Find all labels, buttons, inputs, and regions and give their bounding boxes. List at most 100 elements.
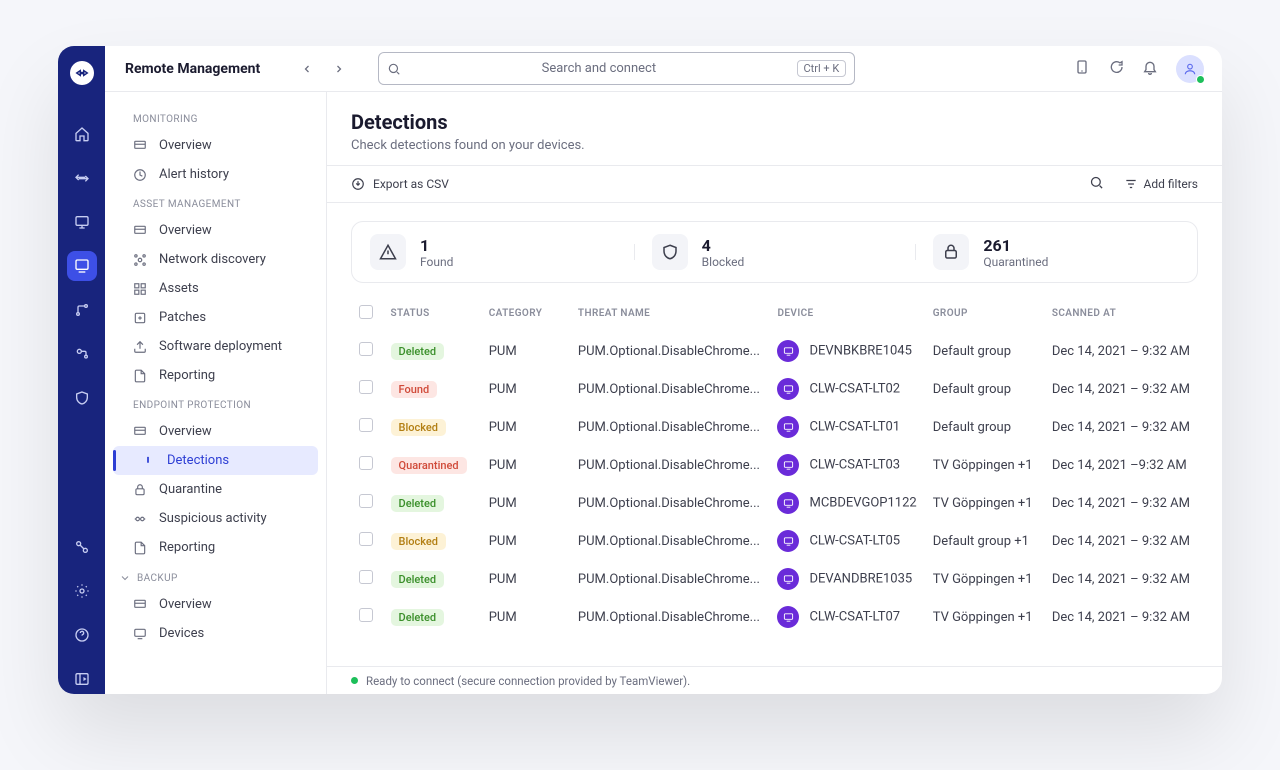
cell-threat: PUM.Optional.DisableChrome... bbox=[570, 332, 770, 370]
sidebar-item-network-discovery[interactable]: Network discovery bbox=[105, 245, 326, 274]
rail-automation-icon[interactable] bbox=[67, 339, 97, 369]
row-checkbox[interactable] bbox=[359, 532, 373, 546]
col-status[interactable]: STATUS bbox=[383, 295, 481, 332]
sidebar-item-backup-devices[interactable]: Devices bbox=[105, 619, 326, 648]
col-group[interactable]: GROUP bbox=[925, 295, 1044, 332]
device-icon bbox=[777, 340, 799, 362]
row-checkbox[interactable] bbox=[359, 418, 373, 432]
sidebar-item-label: Reporting bbox=[159, 368, 215, 383]
sidebar-item-assets[interactable]: Assets bbox=[105, 274, 326, 303]
select-all-checkbox[interactable] bbox=[359, 305, 373, 319]
sidebar-item-am-overview[interactable]: Overview bbox=[105, 216, 326, 245]
table-row[interactable]: Deleted PUM PUM.Optional.DisableChrome..… bbox=[351, 560, 1198, 598]
sidebar-item-label: Overview bbox=[159, 597, 212, 612]
table-search-button[interactable] bbox=[1089, 175, 1104, 193]
sidebar-heading: ASSET MANAGEMENT bbox=[105, 189, 326, 216]
sidebar-item-ep-overview[interactable]: Overview bbox=[105, 417, 326, 446]
row-checkbox[interactable] bbox=[359, 342, 373, 356]
rail-connect-icon[interactable] bbox=[67, 532, 97, 562]
col-category[interactable]: CATEGORY bbox=[481, 295, 570, 332]
rail-home-icon[interactable] bbox=[67, 119, 97, 149]
sidebar-item-patches[interactable]: Patches bbox=[105, 303, 326, 332]
app-logo-icon bbox=[70, 61, 94, 85]
search-input[interactable]: Search and connect Ctrl + K bbox=[378, 52, 855, 85]
sidebar-item-software-deployment[interactable]: Software deployment bbox=[105, 332, 326, 361]
status-badge: Blocked bbox=[391, 419, 446, 436]
sidebar-item-reporting[interactable]: Reporting bbox=[105, 361, 326, 390]
status-text: Ready to connect (secure connection prov… bbox=[366, 674, 690, 688]
search-icon bbox=[387, 62, 401, 76]
rail-collapse-icon[interactable] bbox=[67, 664, 97, 694]
warning-icon bbox=[370, 234, 406, 270]
table-row[interactable]: Found PUM PUM.Optional.DisableChrome... … bbox=[351, 370, 1198, 408]
table-row[interactable]: Quarantined PUM PUM.Optional.DisableChro… bbox=[351, 446, 1198, 484]
cell-group: Default group bbox=[925, 408, 1044, 446]
row-checkbox[interactable] bbox=[359, 608, 373, 622]
row-checkbox[interactable] bbox=[359, 380, 373, 394]
cell-device: CLW-CSAT-LT07 bbox=[769, 598, 924, 636]
sidebar-item-label: Alert history bbox=[159, 167, 229, 182]
cell-device: CLW-CSAT-LT03 bbox=[769, 446, 924, 484]
sidebar-heading: ENDPOINT PROTECTION bbox=[105, 390, 326, 417]
sidebar-item-backup-overview[interactable]: Overview bbox=[105, 590, 326, 619]
notifications-icon[interactable] bbox=[1142, 59, 1158, 79]
table-row[interactable]: Deleted PUM PUM.Optional.DisableChrome..… bbox=[351, 332, 1198, 370]
add-filters-button[interactable]: Add filters bbox=[1124, 177, 1198, 191]
sidebar-item-label: Quarantine bbox=[159, 482, 222, 497]
col-threat[interactable]: THREAT NAME bbox=[570, 295, 770, 332]
devices-icon[interactable] bbox=[1074, 59, 1090, 79]
app-header: Remote Management Search and connect Ctr… bbox=[105, 46, 1222, 92]
rail-security-icon[interactable] bbox=[67, 383, 97, 413]
sidebar-item-quarantine[interactable]: Quarantine bbox=[105, 475, 326, 504]
rail-transfer-icon[interactable] bbox=[67, 163, 97, 193]
sidebar-section-collapse[interactable]: BACKUP bbox=[105, 562, 326, 590]
cell-category: PUM bbox=[481, 370, 570, 408]
sidebar-item-overview[interactable]: Overview bbox=[105, 131, 326, 160]
nav-back-button[interactable] bbox=[296, 58, 318, 80]
row-checkbox[interactable] bbox=[359, 494, 373, 508]
sidebar-item-label: Overview bbox=[159, 138, 212, 153]
cell-device: CLW-CSAT-LT05 bbox=[769, 522, 924, 560]
rail-help-icon[interactable] bbox=[67, 620, 97, 650]
sidebar-item-label: Network discovery bbox=[159, 252, 266, 267]
main-content: Detections Check detections found on you… bbox=[327, 92, 1222, 694]
status-dot-icon bbox=[351, 677, 358, 684]
sidebar-item-detections[interactable]: Detections bbox=[113, 446, 318, 475]
nav-forward-button[interactable] bbox=[328, 58, 350, 80]
cell-category: PUM bbox=[481, 560, 570, 598]
page-title: Detections bbox=[351, 110, 1198, 134]
col-device[interactable]: DEVICE bbox=[769, 295, 924, 332]
add-filters-label: Add filters bbox=[1144, 177, 1198, 191]
table-row[interactable]: Deleted PUM PUM.Optional.DisableChrome..… bbox=[351, 484, 1198, 522]
row-checkbox[interactable] bbox=[359, 570, 373, 584]
table-row[interactable]: Blocked PUM PUM.Optional.DisableChrome..… bbox=[351, 522, 1198, 560]
sidebar-item-alert-history[interactable]: Alert history bbox=[105, 160, 326, 189]
user-avatar[interactable] bbox=[1176, 55, 1204, 83]
rail-chat-icon[interactable] bbox=[67, 207, 97, 237]
rail-workflow-icon[interactable] bbox=[67, 295, 97, 325]
export-csv-button[interactable]: Export as CSV bbox=[351, 177, 449, 191]
cell-device: MCBDEVGOP1122 bbox=[769, 484, 924, 522]
col-scanned[interactable]: SCANNED AT bbox=[1044, 295, 1198, 332]
sidebar-heading: MONITORING bbox=[105, 104, 326, 131]
sidebar-item-label: Overview bbox=[159, 223, 212, 238]
page-subtitle: Check detections found on your devices. bbox=[351, 138, 1198, 153]
sidebar-item-label: Patches bbox=[159, 310, 206, 325]
cell-category: PUM bbox=[481, 598, 570, 636]
cell-threat: PUM.Optional.DisableChrome... bbox=[570, 522, 770, 560]
device-icon bbox=[777, 606, 799, 628]
rail-remote-management-icon[interactable] bbox=[67, 251, 97, 281]
sidebar-item-ep-reporting[interactable]: Reporting bbox=[105, 533, 326, 562]
messages-icon[interactable] bbox=[1108, 59, 1124, 79]
cell-threat: PUM.Optional.DisableChrome... bbox=[570, 408, 770, 446]
device-icon bbox=[777, 454, 799, 476]
rail-settings-icon[interactable] bbox=[67, 576, 97, 606]
table-row[interactable]: Blocked PUM PUM.Optional.DisableChrome..… bbox=[351, 408, 1198, 446]
cell-device: DEVANDBRE1035 bbox=[769, 560, 924, 598]
sidebar-item-label: Suspicious activity bbox=[159, 511, 267, 526]
sidebar-item-label: Detections bbox=[167, 453, 229, 468]
cell-device: DEVNBKBRE1045 bbox=[769, 332, 924, 370]
sidebar-item-suspicious-activity[interactable]: Suspicious activity bbox=[105, 504, 326, 533]
row-checkbox[interactable] bbox=[359, 456, 373, 470]
table-row[interactable]: Deleted PUM PUM.Optional.DisableChrome..… bbox=[351, 598, 1198, 636]
